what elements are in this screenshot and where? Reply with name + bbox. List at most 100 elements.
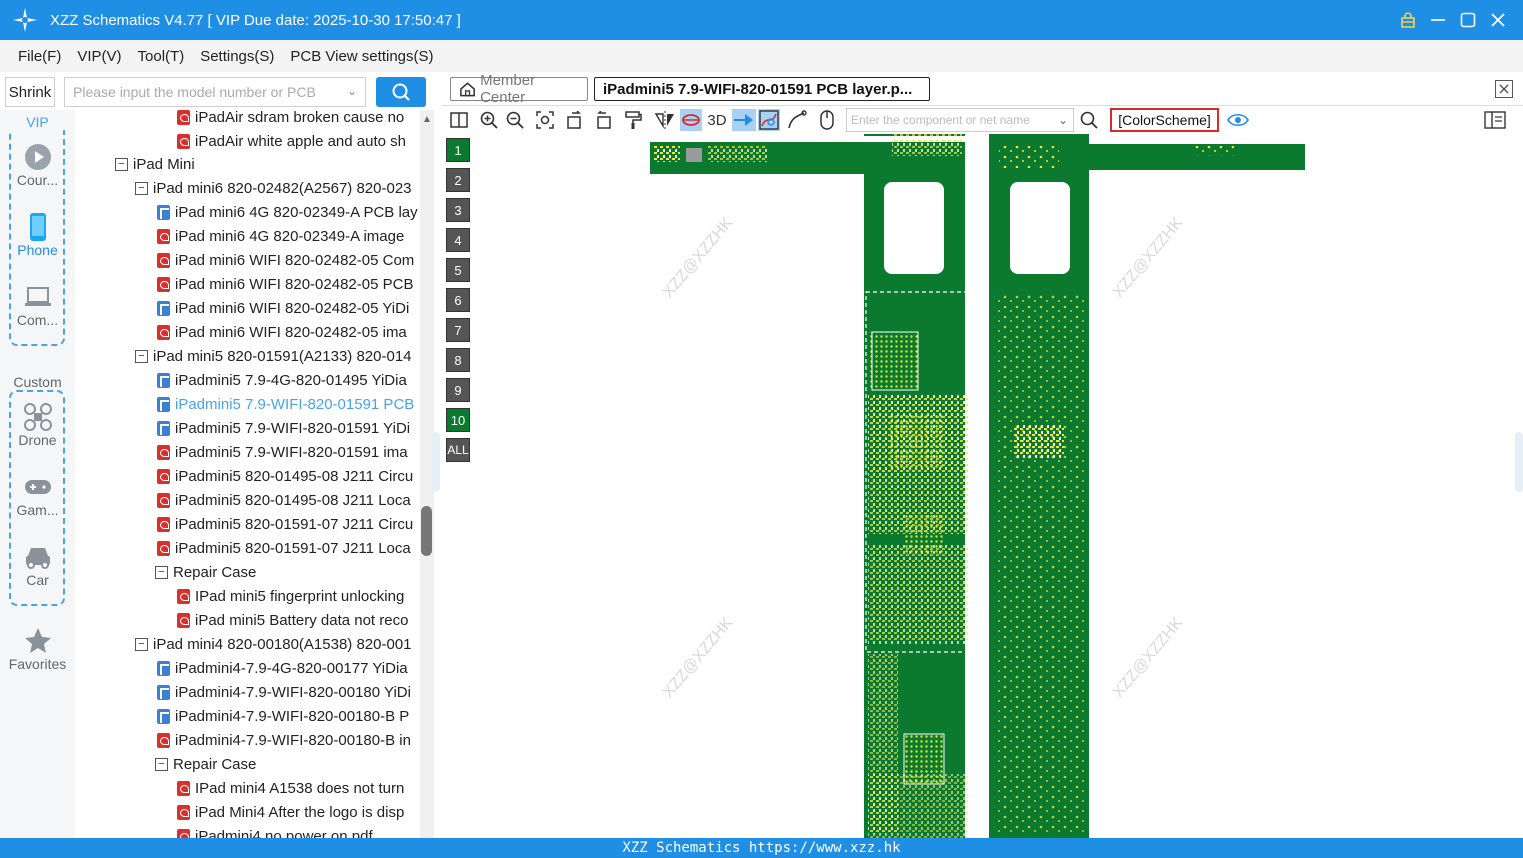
collapse-icon[interactable]: − (135, 349, 148, 363)
tree-item[interactable]: iPad mini6 WIFI 820-02482-05 ima (157, 320, 407, 344)
lock-icon[interactable] (1393, 0, 1423, 40)
menu-settings[interactable]: Settings(S) (200, 48, 274, 65)
tree-item[interactable]: iPadAir sdram broken cause no (177, 110, 404, 129)
layer-button-1[interactable]: 1 (446, 138, 470, 162)
pcb-board[interactable] (474, 134, 1514, 838)
mirror-icon[interactable] (654, 109, 676, 131)
tree-item[interactable]: iPad mini6 WIFI 820-02482-05 PCB (157, 272, 413, 296)
tree-item[interactable]: iPadmini5 820-01495-08 J211 Loca (157, 488, 411, 512)
layer-button-all[interactable]: ALL (446, 438, 470, 462)
tree-folder[interactable]: − Repair Case (155, 560, 256, 584)
chevron-down-icon[interactable]: ⌄ (1058, 113, 1068, 127)
collapse-icon[interactable]: − (155, 757, 168, 771)
scroll-up-icon[interactable]: ▲ (422, 114, 432, 125)
layer-button-9[interactable]: 9 (446, 378, 470, 402)
zoom-in-icon[interactable] (478, 109, 500, 131)
tree-item[interactable]: iPadmini5 820-01495-08 J211 Circu (157, 464, 413, 488)
pcb-canvas[interactable]: XZZ@XZZHK XZZ@XZZHK XZZ@XZZHK XZZ@XZZHK (474, 134, 1514, 838)
layer-button-10[interactable]: 10 (446, 408, 470, 432)
collapse-icon[interactable]: − (135, 637, 148, 651)
close-icon[interactable] (1483, 0, 1513, 40)
tree-item[interactable]: iPadmini4-7.9-WIFI-820-00180-B P (157, 704, 409, 728)
measure-icon[interactable] (786, 109, 808, 131)
fit-view-icon[interactable] (534, 109, 556, 131)
tree-item[interactable]: iPadAir white apple and auto sh (177, 129, 406, 153)
rail-item-car[interactable]: Car (0, 542, 75, 588)
rail-item-game[interactable]: Gam... (0, 472, 75, 518)
tree-item[interactable]: iPadmini5 820-01591-07 J211 Loca (157, 536, 411, 560)
tree-item[interactable]: iPad mini5 Battery data not reco (177, 608, 408, 632)
model-search-input[interactable]: Please input the model number or PCB ⌄ (64, 77, 366, 107)
chevron-down-icon[interactable]: ⌄ (347, 84, 357, 98)
three-d-button[interactable]: 3D (704, 109, 730, 131)
layer-button-2[interactable]: 2 (446, 168, 470, 192)
mouse-icon[interactable] (816, 109, 838, 131)
rotate-left-icon[interactable] (564, 109, 586, 131)
tree-item[interactable]: iPadmini5 7.9-WIFI-820-01591 YiDi (157, 416, 410, 440)
tree-item[interactable]: iPadmini4-7.9-WIFI-820-00180-B in (157, 728, 411, 752)
layer-button-4[interactable]: 4 (446, 228, 470, 252)
tree-item[interactable]: IPad mini5 fingerprint unlocking (177, 584, 404, 608)
pin-select-icon[interactable] (732, 109, 756, 131)
tab-bar: Member Center iPadmini5 7.9-WIFI-820-015… (442, 72, 1523, 106)
tab-member-center[interactable]: Member Center (450, 72, 588, 106)
menu-vip[interactable]: VIP(V) (77, 48, 121, 65)
tree-item-selected[interactable]: iPadmini5 7.9-WIFI-820-01591 PCB (157, 392, 414, 416)
tree-item[interactable]: iPadmini5 7.9-WIFI-820-01591 ima (157, 440, 408, 464)
rail-item-favorites[interactable]: Favorites (0, 626, 75, 672)
tree-folder[interactable]: − iPad mini5 820-01591(A2133) 820-014 (135, 344, 412, 368)
eye-icon[interactable] (1227, 109, 1249, 131)
tree-folder[interactable]: − iPad Mini (115, 152, 195, 176)
net-map-icon[interactable] (758, 109, 780, 131)
tree-item[interactable]: IPad mini4 A1538 does not turn (177, 776, 404, 800)
minimize-icon[interactable] (1423, 0, 1453, 40)
collapse-icon[interactable]: − (155, 565, 168, 579)
gamepad-icon (24, 480, 51, 494)
color-scheme-button[interactable]: [ColorScheme] (1110, 108, 1219, 132)
shrink-button[interactable]: Shrink (5, 77, 55, 107)
tree-item[interactable]: iPadmini4 no power on.pdf (177, 824, 373, 838)
tree-item[interactable]: iPad mini6 4G 820-02349-A PCB lay (157, 200, 418, 224)
menu-file[interactable]: File(F) (18, 48, 61, 65)
rail-item-phone[interactable]: Phone (0, 212, 75, 258)
tree-item[interactable]: iPad mini6 WIFI 820-02482-05 Com (157, 248, 414, 272)
search-icon[interactable] (1078, 109, 1100, 131)
zoom-out-icon[interactable] (504, 109, 526, 131)
rail-item-courses[interactable]: Cour... (0, 142, 75, 188)
tree-item[interactable]: iPad mini6 4G 820-02349-A image (157, 224, 404, 248)
pdf-file-icon (157, 516, 170, 532)
tree-item[interactable]: iPad Mini4 After the logo is disp (177, 800, 404, 824)
menu-pcb-view-settings[interactable]: PCB View settings(S) (290, 48, 433, 65)
maximize-icon[interactable] (1453, 0, 1483, 40)
tab-pcb-layer[interactable]: iPadmini5 7.9-WIFI-820-01591 PCB layer.p… (594, 77, 930, 101)
layer-button-5[interactable]: 5 (446, 258, 470, 282)
layer-button-7[interactable]: 7 (446, 318, 470, 342)
layer-button-6[interactable]: 6 (446, 288, 470, 312)
tree-folder[interactable]: − iPad mini6 820-02482(A2567) 820-023 (135, 176, 412, 200)
search-button[interactable] (376, 77, 426, 107)
component-search-input[interactable]: Enter the component or net name ⌄ (846, 108, 1074, 132)
collapse-icon[interactable]: − (115, 157, 128, 171)
rail-item-drone[interactable]: Drone (0, 402, 75, 448)
tree-item[interactable]: iPad mini6 WIFI 820-02482-05 YiDi (157, 296, 409, 320)
menu-tool[interactable]: Tool(T) (138, 48, 185, 65)
tree-item[interactable]: iPadmini4-7.9-4G-820-00177 YiDia (157, 656, 408, 680)
rotate-right-icon[interactable] (592, 109, 614, 131)
panel-toggle-icon[interactable] (1484, 109, 1506, 131)
tree-folder[interactable]: − Repair Case (155, 752, 256, 776)
tree-item[interactable]: iPadmini4-7.9-WIFI-820-00180 YiDi (157, 680, 411, 704)
tree-item[interactable]: iPadmini5 7.9-4G-820-01495 YiDia (157, 368, 407, 392)
layer-button-8[interactable]: 8 (446, 348, 470, 372)
restore-window-icon[interactable] (1495, 80, 1513, 98)
highlight-net-icon[interactable] (680, 109, 702, 131)
tree-folder[interactable]: − iPad mini4 820-00180(A1538) 820-001 (135, 632, 412, 656)
right-panel-handle[interactable] (1515, 432, 1523, 492)
collapse-icon[interactable]: − (135, 181, 148, 195)
paint-roller-icon[interactable] (622, 109, 644, 131)
collapse-panel-handle[interactable] (432, 432, 440, 492)
tree-item[interactable]: iPadmini5 820-01591-07 J211 Circu (157, 512, 413, 536)
rail-item-computer[interactable]: Com... (0, 282, 75, 328)
scroll-thumb[interactable] (421, 506, 432, 556)
layer-button-3[interactable]: 3 (446, 198, 470, 222)
split-view-icon[interactable] (448, 109, 470, 131)
